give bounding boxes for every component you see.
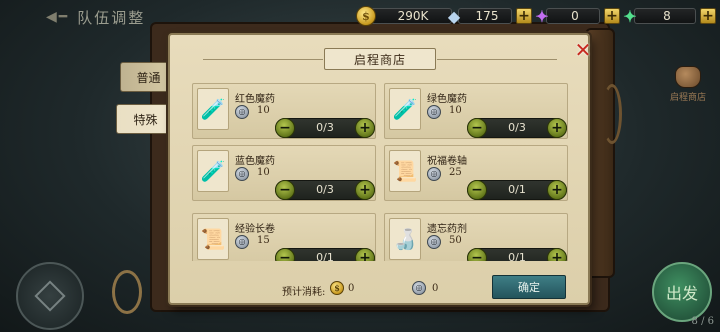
back-arrow-icon[interactable]: ◀━ — [46, 9, 69, 25]
add-diamond-button[interactable]: + — [516, 8, 532, 24]
item-name: 红色魔药 — [235, 94, 275, 105]
item-count: 0/3 — [316, 121, 334, 134]
silver-coin-icon: ◎ — [427, 235, 441, 249]
item-count: 0/1 — [508, 183, 526, 196]
diamond-icon: ◆ — [447, 6, 461, 26]
quantity-stepper: − 0/1 + — [275, 248, 375, 261]
rope-decoration — [602, 84, 622, 144]
resource-purple: ✦ 0 + — [532, 5, 620, 27]
quantity-stepper: − 0/1 + — [467, 248, 567, 261]
resource-gold: $ 290K — [356, 5, 452, 27]
silver-coin-icon: ◎ — [427, 105, 441, 119]
shop-item: 📜 经验长卷 ◎ 15 − 0/1 + — [192, 213, 376, 261]
silver-cost: 0 — [432, 283, 439, 294]
resource-green: ✦ 8 + — [620, 5, 716, 27]
back-title[interactable]: ◀━ 队伍调整 — [46, 6, 176, 28]
quantity-stepper: − 0/3 + — [275, 180, 375, 200]
decrease-button[interactable]: − — [467, 118, 487, 138]
shop-shortcut-label: 启程商店 — [670, 93, 707, 103]
item-name: 遗忘药剂 — [427, 224, 467, 235]
item-price: 10 — [257, 167, 270, 178]
increase-button[interactable]: + — [355, 248, 375, 261]
item-price: 10 — [257, 105, 270, 116]
decrease-button[interactable]: − — [275, 180, 295, 200]
go-button[interactable]: 出发 — [652, 262, 712, 322]
green-crystal-icon: ✦ — [623, 6, 637, 26]
oblivion-potion-icon: 🍶 — [389, 218, 421, 260]
silver-coin-icon: ◎ — [235, 235, 249, 249]
decrease-button[interactable]: − — [467, 248, 487, 261]
scroll-icon: 📜 — [389, 150, 421, 192]
increase-button[interactable]: + — [547, 248, 567, 261]
rope-decoration — [112, 270, 142, 314]
item-name: 蓝色魔药 — [235, 156, 275, 167]
joystick-knob-icon — [34, 280, 66, 312]
long-scroll-icon: 📜 — [197, 218, 229, 260]
gold-cost: 0 — [348, 283, 355, 294]
quantity-stepper: − 0/1 + — [467, 180, 567, 200]
item-count: 0/1 — [316, 251, 334, 261]
quantity-stepper: − 0/3 + — [467, 118, 567, 138]
tab-special[interactable]: 特殊 — [116, 104, 174, 134]
increase-button[interactable]: + — [355, 180, 375, 200]
increase-button[interactable]: + — [355, 118, 375, 138]
decrease-button[interactable]: − — [275, 248, 295, 261]
quantity-stepper: − 0/3 + — [275, 118, 375, 138]
decrease-button[interactable]: − — [275, 118, 295, 138]
item-price: 10 — [449, 105, 462, 116]
red-potion-icon: 🧪 — [197, 88, 229, 130]
item-name: 祝福卷轴 — [427, 156, 467, 167]
increase-button[interactable]: + — [547, 118, 567, 138]
shop-item: 📜 祝福卷轴 ◎ 25 − 0/1 + — [384, 145, 568, 201]
shop-item: 🧪 绿色魔药 ◎ 10 − 0/3 + — [384, 83, 568, 139]
gold-coin-icon: $ — [330, 281, 344, 295]
panel-title: 启程商店 — [203, 48, 557, 70]
item-count: 0/3 — [508, 121, 526, 134]
joystick[interactable] — [16, 262, 84, 330]
shop-item: 🍶 遗忘药剂 ◎ 50 − 0/1 + — [384, 213, 568, 261]
item-count: 0/1 — [508, 251, 526, 261]
gold-coin-icon: $ — [356, 6, 376, 26]
shop-item: 🧪 蓝色魔药 ◎ 10 − 0/3 + — [192, 145, 376, 201]
silver-coin-icon: ◎ — [412, 281, 426, 295]
green-potion-icon: 🧪 — [389, 88, 421, 130]
item-name: 绿色魔药 — [427, 94, 467, 105]
blue-potion-icon: 🧪 — [197, 150, 229, 192]
decrease-button[interactable]: − — [467, 180, 487, 200]
item-price: 50 — [449, 235, 462, 246]
increase-button[interactable]: + — [547, 180, 567, 200]
shop-panel: 启程商店 🧪 红色魔药 ◎ 10 − 0/3 + 🧪 绿色魔药 ◎ 10 − 0… — [168, 33, 590, 305]
resource-diamond: ◆ 175 + — [444, 5, 532, 27]
item-price: 15 — [257, 235, 270, 246]
estimate-label: 预计消耗: — [282, 287, 326, 298]
silver-coin-icon: ◎ — [235, 167, 249, 181]
close-icon[interactable]: ✕ — [572, 40, 594, 62]
item-count: 0/3 — [316, 183, 334, 196]
item-price: 25 — [449, 167, 462, 178]
page-indicator: 8 / 6 — [691, 316, 714, 327]
shop-item: 🧪 红色魔药 ◎ 10 − 0/3 + — [192, 83, 376, 139]
resource-diamond-value: 175 — [458, 8, 512, 24]
resource-green-value: 8 — [634, 8, 696, 24]
screen-title: 队伍调整 — [77, 8, 146, 27]
purple-crystal-icon: ✦ — [535, 6, 549, 26]
add-purple-button[interactable]: + — [604, 8, 620, 24]
item-grid[interactable]: 🧪 红色魔药 ◎ 10 − 0/3 + 🧪 绿色魔药 ◎ 10 − 0/3 + … — [192, 83, 574, 261]
silver-coin-icon: ◎ — [235, 105, 249, 119]
item-name: 经验长卷 — [235, 224, 275, 235]
shop-shortcut[interactable]: 启程商店 — [670, 66, 706, 103]
resource-purple-value: 0 — [546, 8, 600, 24]
bag-icon — [675, 66, 701, 88]
resource-gold-value: 290K — [370, 8, 452, 24]
confirm-button[interactable]: 确定 — [492, 275, 566, 299]
silver-coin-icon: ◎ — [427, 167, 441, 181]
add-green-button[interactable]: + — [700, 8, 716, 24]
